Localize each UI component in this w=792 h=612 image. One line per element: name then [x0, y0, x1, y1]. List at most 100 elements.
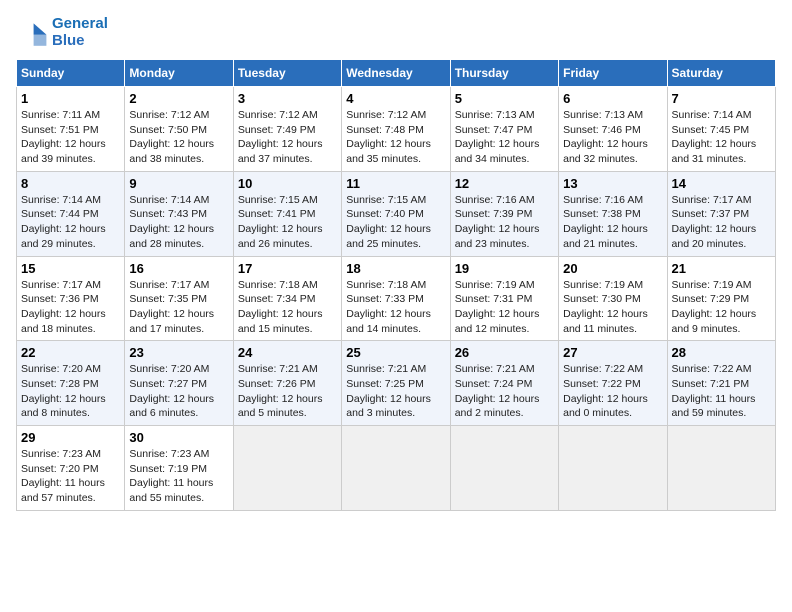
days-of-week-row: SundayMondayTuesdayWednesdayThursdayFrid… [17, 60, 776, 87]
day-info: Sunrise: 7:22 AM Sunset: 7:21 PM Dayligh… [672, 362, 771, 421]
day-number: 15 [21, 261, 120, 276]
day-number: 4 [346, 91, 445, 106]
day-info: Sunrise: 7:17 AM Sunset: 7:35 PM Dayligh… [129, 278, 228, 337]
day-info: Sunrise: 7:12 AM Sunset: 7:48 PM Dayligh… [346, 108, 445, 167]
day-header-tuesday: Tuesday [233, 60, 341, 87]
calendar-cell: 7 Sunrise: 7:14 AM Sunset: 7:45 PM Daylig… [667, 87, 775, 172]
day-number: 26 [455, 345, 554, 360]
day-number: 29 [21, 430, 120, 445]
calendar-cell: 24 Sunrise: 7:21 AM Sunset: 7:26 PM Dayli… [233, 341, 341, 426]
calendar-cell: 19 Sunrise: 7:19 AM Sunset: 7:31 PM Dayli… [450, 256, 558, 341]
day-info: Sunrise: 7:22 AM Sunset: 7:22 PM Dayligh… [563, 362, 662, 421]
day-info: Sunrise: 7:18 AM Sunset: 7:33 PM Dayligh… [346, 278, 445, 337]
calendar-cell: 23Sunrise: 7:20 AM Sunset: 7:27 PM Dayli… [125, 341, 233, 426]
calendar-week-2: 15 Sunrise: 7:17 AM Sunset: 7:36 PM Dayli… [17, 256, 776, 341]
day-number: 3 [238, 91, 337, 106]
day-number: 27 [563, 345, 662, 360]
day-number: 13 [563, 176, 662, 191]
calendar-cell: 5Sunrise: 7:13 AM Sunset: 7:47 PM Daylig… [450, 87, 558, 172]
calendar-cell [233, 426, 341, 511]
day-number: 12 [455, 176, 554, 191]
calendar-week-3: 22 Sunrise: 7:20 AM Sunset: 7:28 PM Dayli… [17, 341, 776, 426]
calendar-cell: 25Sunrise: 7:21 AM Sunset: 7:25 PM Dayli… [342, 341, 450, 426]
day-info: Sunrise: 7:16 AM Sunset: 7:38 PM Dayligh… [563, 193, 662, 252]
calendar-cell: 22 Sunrise: 7:20 AM Sunset: 7:28 PM Dayli… [17, 341, 125, 426]
calendar-cell: 6Sunrise: 7:13 AM Sunset: 7:46 PM Daylig… [559, 87, 667, 172]
calendar-table: SundayMondayTuesdayWednesdayThursdayFrid… [16, 59, 776, 511]
calendar-cell: 15 Sunrise: 7:17 AM Sunset: 7:36 PM Dayli… [17, 256, 125, 341]
calendar-cell [559, 426, 667, 511]
day-number: 28 [672, 345, 771, 360]
day-number: 20 [563, 261, 662, 276]
day-info: Sunrise: 7:17 AM Sunset: 7:37 PM Dayligh… [672, 193, 771, 252]
day-info: Sunrise: 7:12 AM Sunset: 7:50 PM Dayligh… [129, 108, 228, 167]
day-info: Sunrise: 7:17 AM Sunset: 7:36 PM Dayligh… [21, 278, 120, 337]
calendar-cell: 30Sunrise: 7:23 AM Sunset: 7:19 PM Dayli… [125, 426, 233, 511]
day-number: 19 [455, 261, 554, 276]
logo-icon [16, 17, 48, 49]
calendar-cell: 20Sunrise: 7:19 AM Sunset: 7:30 PM Dayli… [559, 256, 667, 341]
calendar-cell: 4 Sunrise: 7:12 AM Sunset: 7:48 PM Daylig… [342, 87, 450, 172]
calendar-cell: 9 Sunrise: 7:14 AM Sunset: 7:43 PM Daylig… [125, 171, 233, 256]
day-info: Sunrise: 7:15 AM Sunset: 7:40 PM Dayligh… [346, 193, 445, 252]
calendar-cell: 11 Sunrise: 7:15 AM Sunset: 7:40 PM Dayli… [342, 171, 450, 256]
day-number: 1 [21, 91, 120, 106]
day-info: Sunrise: 7:14 AM Sunset: 7:44 PM Dayligh… [21, 193, 120, 252]
calendar-cell: 12 Sunrise: 7:16 AM Sunset: 7:39 PM Dayli… [450, 171, 558, 256]
day-number: 14 [672, 176, 771, 191]
page-header: General Blue [16, 16, 776, 49]
calendar-cell: 29 Sunrise: 7:23 AM Sunset: 7:20 PM Dayli… [17, 426, 125, 511]
day-info: Sunrise: 7:23 AM Sunset: 7:20 PM Dayligh… [21, 447, 120, 506]
day-number: 7 [672, 91, 771, 106]
calendar-cell: 1Sunrise: 7:11 AM Sunset: 7:51 PM Daylig… [17, 87, 125, 172]
day-header-saturday: Saturday [667, 60, 775, 87]
day-number: 24 [238, 345, 337, 360]
day-info: Sunrise: 7:13 AM Sunset: 7:46 PM Dayligh… [563, 108, 662, 167]
day-header-wednesday: Wednesday [342, 60, 450, 87]
calendar-cell: 8 Sunrise: 7:14 AM Sunset: 7:44 PM Daylig… [17, 171, 125, 256]
day-info: Sunrise: 7:21 AM Sunset: 7:26 PM Dayligh… [238, 362, 337, 421]
day-number: 17 [238, 261, 337, 276]
day-info: Sunrise: 7:18 AM Sunset: 7:34 PM Dayligh… [238, 278, 337, 337]
day-number: 16 [129, 261, 228, 276]
calendar-cell: 21 Sunrise: 7:19 AM Sunset: 7:29 PM Dayli… [667, 256, 775, 341]
calendar-cell [667, 426, 775, 511]
day-info: Sunrise: 7:19 AM Sunset: 7:31 PM Dayligh… [455, 278, 554, 337]
calendar-cell: 18 Sunrise: 7:18 AM Sunset: 7:33 PM Dayli… [342, 256, 450, 341]
logo: General Blue [16, 16, 108, 49]
calendar-week-0: 1Sunrise: 7:11 AM Sunset: 7:51 PM Daylig… [17, 87, 776, 172]
day-info: Sunrise: 7:21 AM Sunset: 7:24 PM Dayligh… [455, 362, 554, 421]
day-number: 10 [238, 176, 337, 191]
calendar-cell: 26 Sunrise: 7:21 AM Sunset: 7:24 PM Dayli… [450, 341, 558, 426]
day-number: 23 [129, 345, 228, 360]
day-info: Sunrise: 7:19 AM Sunset: 7:29 PM Dayligh… [672, 278, 771, 337]
day-number: 18 [346, 261, 445, 276]
day-header-monday: Monday [125, 60, 233, 87]
day-number: 8 [21, 176, 120, 191]
day-number: 21 [672, 261, 771, 276]
calendar-cell: 13 Sunrise: 7:16 AM Sunset: 7:38 PM Dayli… [559, 171, 667, 256]
calendar-cell [342, 426, 450, 511]
day-number: 11 [346, 176, 445, 191]
day-info: Sunrise: 7:16 AM Sunset: 7:39 PM Dayligh… [455, 193, 554, 252]
day-number: 30 [129, 430, 228, 445]
calendar-cell: 2 Sunrise: 7:12 AM Sunset: 7:50 PM Daylig… [125, 87, 233, 172]
day-number: 2 [129, 91, 228, 106]
calendar-cell: 17 Sunrise: 7:18 AM Sunset: 7:34 PM Dayli… [233, 256, 341, 341]
day-info: Sunrise: 7:20 AM Sunset: 7:28 PM Dayligh… [21, 362, 120, 421]
calendar-week-4: 29 Sunrise: 7:23 AM Sunset: 7:20 PM Dayli… [17, 426, 776, 511]
day-number: 9 [129, 176, 228, 191]
day-info: Sunrise: 7:13 AM Sunset: 7:47 PM Dayligh… [455, 108, 554, 167]
calendar-cell: 14 Sunrise: 7:17 AM Sunset: 7:37 PM Dayli… [667, 171, 775, 256]
day-header-sunday: Sunday [17, 60, 125, 87]
day-header-friday: Friday [559, 60, 667, 87]
day-info: Sunrise: 7:12 AM Sunset: 7:49 PM Dayligh… [238, 108, 337, 167]
logo-text: General Blue [52, 16, 108, 49]
calendar-week-1: 8 Sunrise: 7:14 AM Sunset: 7:44 PM Daylig… [17, 171, 776, 256]
day-number: 22 [21, 345, 120, 360]
calendar-cell [450, 426, 558, 511]
day-info: Sunrise: 7:14 AM Sunset: 7:43 PM Dayligh… [129, 193, 228, 252]
calendar-cell: 16 Sunrise: 7:17 AM Sunset: 7:35 PM Dayli… [125, 256, 233, 341]
day-info: Sunrise: 7:14 AM Sunset: 7:45 PM Dayligh… [672, 108, 771, 167]
day-header-thursday: Thursday [450, 60, 558, 87]
